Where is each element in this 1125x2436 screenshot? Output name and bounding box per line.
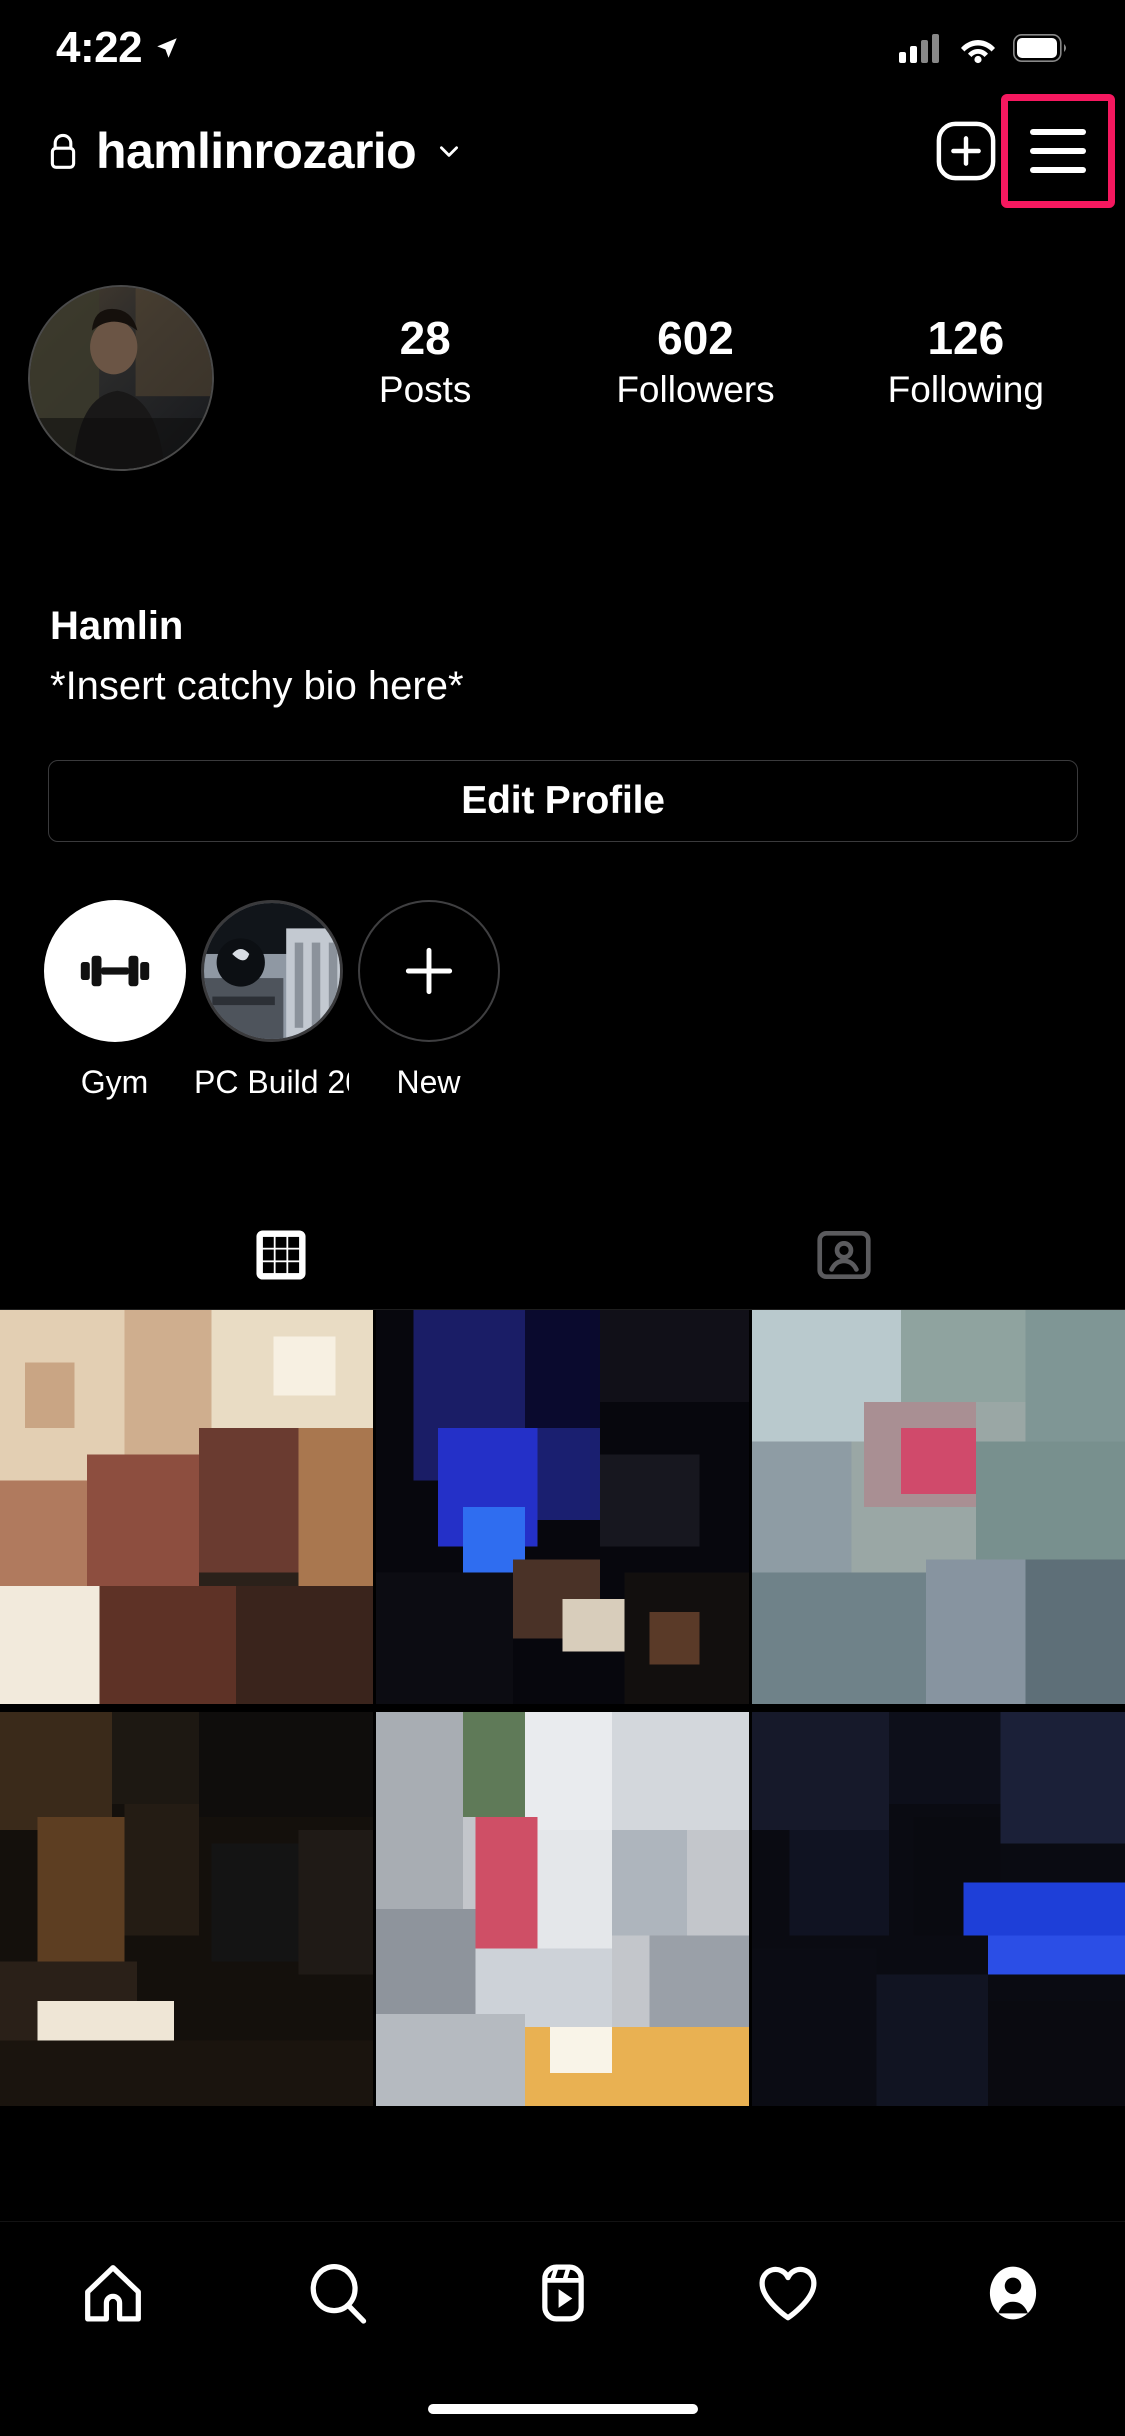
- avatar[interactable]: [28, 285, 214, 471]
- grid-post-4-image: [0, 1711, 373, 2106]
- home-indicator: [427, 2404, 698, 2414]
- highlight-gym-label: Gym: [80, 1064, 149, 1100]
- profile-header: hamlinrozario: [0, 94, 1125, 208]
- highlight-new-label: New: [396, 1064, 461, 1100]
- reels-icon: [541, 2264, 584, 2322]
- grid-post-2[interactable]: [376, 1310, 749, 1704]
- stat-posts[interactable]: 28 Posts: [290, 312, 560, 411]
- full-name: Hamlin: [50, 604, 184, 648]
- battery-icon: [1013, 34, 1066, 62]
- stat-followers-value: 602: [657, 312, 734, 364]
- stat-followers[interactable]: 602 Followers: [560, 312, 830, 411]
- hamburger-menu-icon[interactable]: [1001, 94, 1115, 208]
- edit-profile-button[interactable]: Edit Profile: [48, 760, 1078, 842]
- highlight-pc-build[interactable]: PC Build 20…: [193, 900, 350, 1101]
- highlight-gym-cover[interactable]: [43, 900, 186, 1042]
- location-arrow-icon: [157, 38, 177, 58]
- hamburger-lines: [1030, 129, 1086, 173]
- grid-icon: [256, 1229, 306, 1280]
- lock-icon: [50, 133, 76, 169]
- highlight-new-cover[interactable]: [357, 900, 500, 1042]
- dumbbell-icon: [80, 955, 149, 987]
- grid-post-6-image: [752, 1711, 1125, 2106]
- stat-following-value: 126: [927, 312, 1005, 364]
- hamburger-line-3: [1030, 167, 1086, 173]
- search-icon: [310, 2263, 366, 2324]
- highlight-pc-cover[interactable]: [200, 900, 343, 1042]
- stat-posts-label: Posts: [378, 368, 472, 410]
- nav-search[interactable]: [225, 2260, 450, 2326]
- wifi-icon: [961, 40, 995, 64]
- nav-activity[interactable]: [675, 2260, 900, 2326]
- plus-square-icon[interactable]: [935, 120, 997, 182]
- status-bar: 4:22: [0, 0, 1125, 96]
- post-grid: [0, 1310, 1125, 2110]
- grid-post-6[interactable]: [752, 1711, 1125, 2106]
- instagram-profile-screen: 4:22 hamlinrozario 28 Posts 602 Follower…: [0, 0, 1125, 2436]
- stat-posts-value: 28: [399, 312, 451, 364]
- header-actions: [935, 94, 1115, 208]
- story-highlights: Gym PC Build 20…: [36, 900, 507, 1101]
- grid-post-1[interactable]: [0, 1310, 373, 1704]
- username-label: hamlinrozario: [96, 123, 417, 179]
- grid-post-3-image: [752, 1310, 1125, 1704]
- avatar-container[interactable]: [0, 285, 290, 471]
- tab-grid[interactable]: [0, 1200, 563, 1309]
- edit-profile-label: Edit Profile: [461, 779, 665, 822]
- tagged-icon: [817, 1230, 871, 1279]
- name-bio-block: Hamlin *Insert catchy bio here*: [50, 600, 950, 713]
- pc-build-cover: [203, 903, 340, 1039]
- status-bar-right: [899, 32, 1069, 64]
- hamburger-line-1: [1030, 129, 1086, 135]
- stats-row: 28 Posts 602 Followers 126 Following: [290, 285, 1125, 411]
- cellular-bars-icon: [899, 34, 939, 63]
- stat-following[interactable]: 126 Following: [831, 312, 1101, 411]
- plus-icon: [405, 947, 452, 995]
- username-switcher[interactable]: hamlinrozario: [46, 122, 935, 180]
- grid-post-3[interactable]: [752, 1310, 1125, 1704]
- grid-post-1-image: [0, 1310, 373, 1704]
- bottom-navigation: [0, 2221, 1125, 2436]
- highlight-pc-label: PC Build 20…: [194, 1064, 349, 1100]
- nav-home[interactable]: [0, 2260, 225, 2326]
- profile-icon: [989, 2266, 1036, 2320]
- avatar-image: [30, 287, 212, 469]
- tab-tagged[interactable]: [563, 1200, 1125, 1309]
- status-bar-left: 4:22: [56, 23, 180, 73]
- grid-post-5-image: [376, 1711, 749, 2106]
- stat-following-label: Following: [887, 368, 1044, 410]
- profile-tabs: [0, 1200, 1125, 1310]
- nav-profile[interactable]: [900, 2260, 1125, 2326]
- highlight-new[interactable]: New: [350, 900, 507, 1101]
- grid-post-2-image: [376, 1310, 749, 1704]
- nav-reels[interactable]: [450, 2260, 675, 2326]
- profile-summary: 28 Posts 602 Followers 126 Following: [0, 285, 1125, 535]
- bio-text: *Insert catchy bio here*: [50, 664, 464, 708]
- heart-icon: [759, 2266, 816, 2321]
- grid-post-4[interactable]: [0, 1711, 373, 2106]
- highlight-gym[interactable]: Gym: [36, 900, 193, 1101]
- chevron-down-icon: [440, 146, 459, 157]
- home-icon: [84, 2265, 141, 2322]
- stat-followers-label: Followers: [616, 368, 775, 410]
- status-bar-time: 4:22: [56, 23, 143, 72]
- grid-post-5[interactable]: [376, 1711, 749, 2106]
- hamburger-line-2: [1030, 148, 1086, 154]
